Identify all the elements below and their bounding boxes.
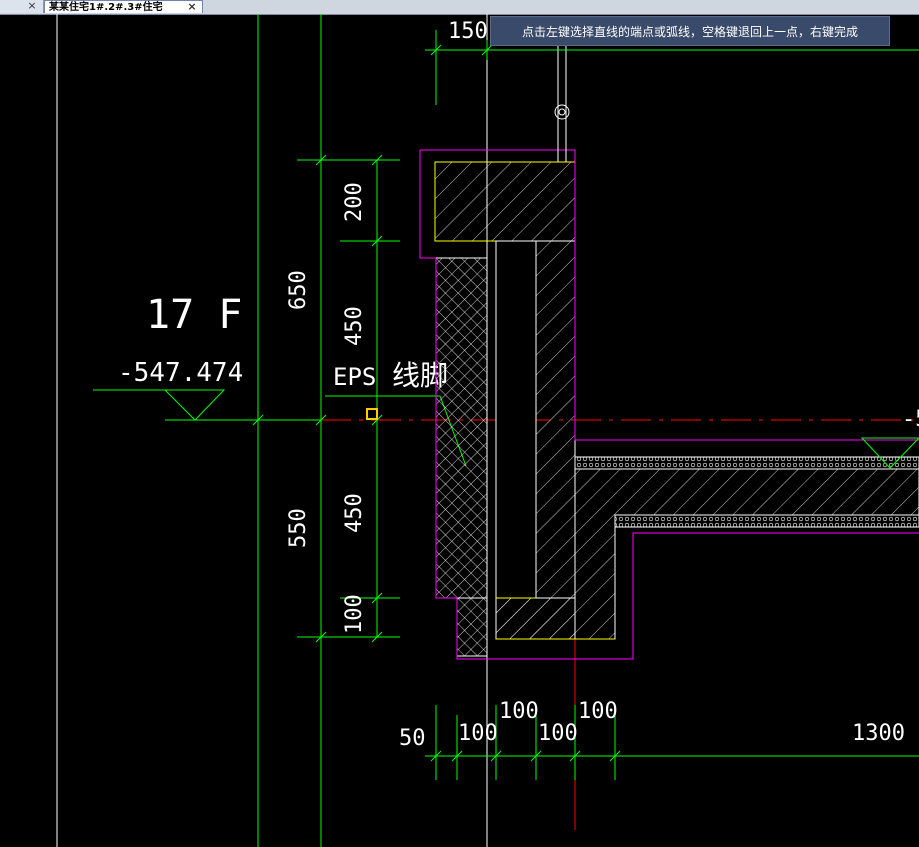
dim-100-vertical: 100 bbox=[342, 594, 367, 634]
dim-50: 50 bbox=[399, 726, 426, 751]
tab-active-label: 某某住宅1#.2#.3#住宅 bbox=[49, 2, 163, 13]
vertical-dimensions bbox=[252, 154, 467, 643]
dim-150: 150 bbox=[448, 19, 488, 44]
dim-550: 550 bbox=[286, 508, 311, 548]
snap-cursor bbox=[366, 408, 378, 420]
dim-650: 650 bbox=[286, 270, 311, 310]
close-icon[interactable]: × bbox=[186, 1, 198, 13]
dim-100-a: 100 bbox=[458, 721, 498, 746]
dim-200: 200 bbox=[342, 182, 367, 222]
eps-label: EPS bbox=[333, 363, 376, 391]
close-icon[interactable]: × bbox=[26, 0, 38, 12]
document-tab-bar: × 某某住宅1#.2#.3#住宅 × bbox=[0, 0, 919, 15]
elevation-marker: 17 F -547.474 bbox=[93, 292, 321, 421]
dim-100-c: 100 bbox=[538, 721, 578, 746]
wall-section bbox=[419, 149, 919, 660]
pipe-element bbox=[554, 40, 570, 162]
floor-label: 17 F bbox=[146, 292, 242, 338]
dim-100-b: 100 bbox=[499, 699, 539, 724]
cad-drawing-canvas[interactable]: 17 F -547.474 650 550 200 450 450 100 EP… bbox=[0, 14, 919, 847]
tab-active-document[interactable]: 某某住宅1#.2#.3#住宅 × bbox=[44, 0, 203, 13]
dim-450-top: 450 bbox=[342, 306, 367, 346]
dim-1300: 1300 bbox=[852, 721, 905, 746]
elevation-value: -547.474 bbox=[118, 358, 243, 388]
tab-previous-document[interactable]: × bbox=[0, 0, 44, 13]
right-marker-label: -5 bbox=[902, 407, 919, 432]
dim-450-bottom: 450 bbox=[342, 493, 367, 533]
command-prompt-tooltip: 点击左键选择直线的端点或弧线，空格键退回上一点，右键完成 bbox=[490, 16, 890, 46]
dim-100-d: 100 bbox=[578, 699, 618, 724]
